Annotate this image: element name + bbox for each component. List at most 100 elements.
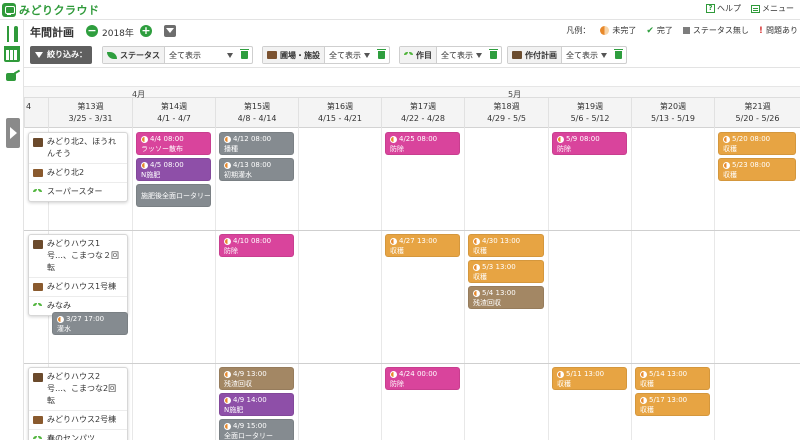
field-icon — [33, 240, 43, 249]
task-name: 播種 — [224, 145, 238, 153]
week-range: 4/15 - 4/21 — [318, 114, 362, 123]
task-chip[interactable]: 4/4 08:00 ラッソー散布 — [136, 132, 211, 155]
task-chip[interactable]: 4/9 13:00 残渣回収 — [219, 367, 294, 390]
trash-icon[interactable] — [377, 49, 386, 59]
plan-crop-name: スーパースター — [47, 187, 103, 196]
task-time-line: 4/27 13:00 — [390, 236, 456, 246]
task-chip[interactable]: 5/20 08:00 収穫 — [718, 132, 796, 155]
task-chip[interactable]: 5/23 08:00 収穫 — [718, 158, 796, 181]
task-name: 収穫 — [390, 247, 404, 255]
legend-incomplete: 未完了 — [600, 25, 636, 36]
next-year-button[interactable]: + — [140, 25, 152, 37]
crop-filter-value: 全て表示 — [441, 50, 473, 60]
incomplete-status-icon — [224, 237, 231, 245]
task-chip[interactable]: 4/9 15:00 全面ロータリー — [219, 419, 294, 440]
task-chip[interactable]: 4/9 14:00 N施肥 — [219, 393, 294, 416]
task-chip[interactable]: 4/24 00:00 防除 — [385, 367, 460, 390]
crop-filter-text: 作目 — [416, 50, 432, 60]
status-filter-select[interactable]: 全て表示 — [165, 47, 237, 63]
week-column-divider — [631, 128, 632, 440]
incomplete-status-icon — [473, 263, 480, 271]
task-time: 4/5 08:00 — [150, 161, 184, 169]
task-chip[interactable]: 5/9 08:00 防除 — [552, 132, 627, 155]
annual-plan-calendar: 4月 5月 4 第13週 3/25 - 3/31 第14週 4/1 - 4/7 第15週 4… — [24, 68, 800, 440]
week-header: 第19週 5/6 - 5/12 — [548, 98, 631, 128]
expand-panel-button[interactable] — [6, 118, 20, 148]
task-chip[interactable]: 4/27 13:00 収穫 — [385, 234, 460, 257]
week-column-divider — [548, 128, 549, 440]
crop-filter-select[interactable]: 全て表示 — [437, 47, 486, 63]
page-title: 年間計画 — [30, 26, 74, 39]
filter-label-button[interactable]: 絞り込み： — [30, 46, 92, 64]
task-time: 4/13 08:00 — [233, 161, 272, 169]
sprout-icon — [33, 302, 43, 310]
field-filter-select[interactable]: 全て表示 — [325, 47, 374, 63]
task-time-line: 4/4 08:00 — [141, 134, 207, 144]
task-name: N施肥 — [224, 406, 244, 414]
plan-facility-name: みどりハウス1号棟 — [47, 282, 117, 291]
task-chip[interactable]: 4/5 08:00 N施肥 — [136, 158, 211, 181]
incomplete-status-icon — [723, 161, 730, 169]
task-chip[interactable]: 5/11 13:00 収穫 — [552, 367, 627, 390]
week-header: 第18週 4/29 - 5/5 — [464, 98, 548, 128]
help-label: ヘルプ — [717, 4, 741, 13]
plan-field-name: みどりハウス1号…、こまつな２回転 — [47, 239, 119, 272]
task-chip[interactable]: 4/13 08:00 初期灌水 — [219, 158, 294, 181]
prev-year-button[interactable]: − — [86, 25, 98, 37]
task-time: 5/4 13:00 — [482, 289, 516, 297]
check-icon: ✔ — [646, 25, 654, 36]
task-time-line: 4/25 08:00 — [390, 134, 456, 144]
card-line: みどりハウス1号棟 — [29, 278, 127, 297]
incomplete-status-icon — [390, 237, 397, 245]
task-chip[interactable]: 5/17 13:00 収穫 — [635, 393, 710, 416]
incomplete-status-icon — [473, 289, 480, 297]
top-bar: みどりクラウド ? ヘルプ メニュー — [0, 0, 800, 20]
trash-icon[interactable] — [614, 49, 623, 59]
card-line: 春のセンパツ — [29, 430, 127, 440]
legend-problem: ! 問題あり — [759, 25, 798, 36]
task-chip[interactable]: 4/30 13:00 収穫 — [468, 234, 544, 257]
week-header: 第20週 5/13 - 5/19 — [631, 98, 714, 128]
field-filter-label: 圃場・施設 — [263, 47, 325, 63]
field-icon — [33, 138, 43, 147]
legend-complete-label: 完了 — [656, 26, 673, 35]
task-chip[interactable]: 施肥後全面ロータリー — [136, 184, 211, 207]
cutlery-icon[interactable] — [4, 26, 20, 42]
task-chip[interactable]: 3/27 17:00 灌水 — [52, 312, 128, 335]
calendar-icon[interactable] — [4, 46, 20, 62]
filter-toggle-button[interactable] — [164, 25, 176, 37]
field-filter-text: 圃場・施設 — [280, 50, 320, 60]
week-range: 5/6 - 5/12 — [570, 114, 610, 123]
task-chip[interactable]: 5/14 13:00 収穫 — [635, 367, 710, 390]
task-chip[interactable]: 4/10 08:00 防除 — [219, 234, 294, 257]
task-chip[interactable]: 5/3 13:00 収穫 — [468, 260, 544, 283]
task-time: 4/9 15:00 — [233, 422, 267, 430]
help-link[interactable]: ? ヘルプ — [706, 3, 741, 14]
plan-filter-select[interactable]: 全て表示 — [562, 47, 611, 63]
task-time-line: 4/9 15:00 — [224, 421, 290, 431]
plan-summary-card[interactable]: みどり北2、ほうれんそう みどり北2 スーパースター — [28, 132, 128, 202]
incomplete-status-icon — [557, 135, 564, 143]
incomplete-status-icon — [224, 422, 231, 430]
plan-filter-label: 作付計画 — [508, 47, 562, 63]
task-chip[interactable]: 5/4 13:00 残渣回収 — [468, 286, 544, 309]
menu-link[interactable]: メニュー — [751, 3, 794, 14]
task-name: 収穫 — [473, 273, 487, 281]
trash-icon[interactable] — [240, 49, 249, 59]
task-name: 収穫 — [640, 406, 654, 414]
card-line: みどり北2、ほうれんそう — [29, 133, 127, 164]
watering-can-icon[interactable] — [4, 68, 20, 84]
task-time-line: 3/27 17:00 — [57, 314, 124, 324]
task-name: 残渣回収 — [473, 299, 501, 307]
plan-field-name: みどり北2、ほうれんそう — [47, 137, 117, 158]
task-name: 防除 — [390, 145, 404, 153]
plan-summary-card[interactable]: みどりハウス1号…、こまつな２回転 みどりハウス1号棟 みなみ — [28, 234, 128, 316]
app-logo[interactable]: みどりクラウド — [2, 2, 100, 18]
task-chip[interactable]: 4/25 08:00 防除 — [385, 132, 460, 155]
week-header: 4 — [24, 98, 48, 128]
trash-icon[interactable] — [489, 49, 498, 59]
plan-field-name: みどりハウス2号…、こまつな2回転 — [47, 372, 117, 405]
task-chip[interactable]: 4/12 08:00 播種 — [219, 132, 294, 155]
plan-summary-card[interactable]: みどりハウス2号…、こまつな2回転 みどりハウス2号棟 春のセンパツ — [28, 367, 128, 440]
legend-incomplete-label: 未完了 — [612, 26, 637, 35]
